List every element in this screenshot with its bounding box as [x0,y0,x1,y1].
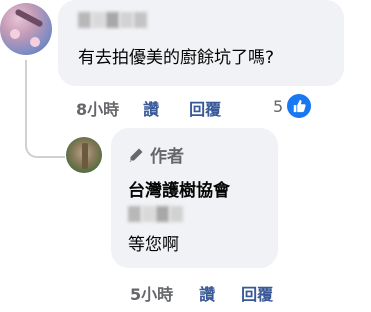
avatar-branch-decoration [14,8,44,28]
author-badge-label: 作者 [150,147,184,167]
author-badge: 作者 [128,142,184,167]
reply-timestamp[interactable]: 5小時 [130,281,173,305]
like-thumb-icon [285,92,314,120]
avatar-blossom-decoration [30,37,40,47]
reply-reply-button[interactable]: 回覆 [241,281,273,305]
reply-like-button[interactable]: 讚 [199,281,215,305]
comment-reply-button[interactable]: 回覆 [189,96,221,120]
page-avatar[interactable] [66,137,102,173]
redacted-mention-name[interactable] [128,206,183,222]
reply-text: 等您啊 [128,235,179,255]
pencil-icon [129,148,143,162]
reply-page-name[interactable]: 台灣護樹協會 [128,176,230,201]
comment-timestamp[interactable]: 8小時 [76,96,119,120]
redacted-commenter-name[interactable] [78,12,147,28]
comment-reactions[interactable]: 5 [273,92,314,120]
commenter-avatar[interactable] [0,3,52,55]
avatar-blossom-decoration [10,29,20,39]
comment-like-button[interactable]: 讚 [143,96,159,120]
reaction-count: 5 [273,96,284,116]
comment-text: 有去拍優美的廚餘坑了嗎? [78,48,275,68]
avatar-tree-decoration [82,143,88,169]
comment-actions: 8小時 讚 回覆 [76,96,221,120]
reply-actions: 5小時 讚 回覆 [130,281,273,305]
